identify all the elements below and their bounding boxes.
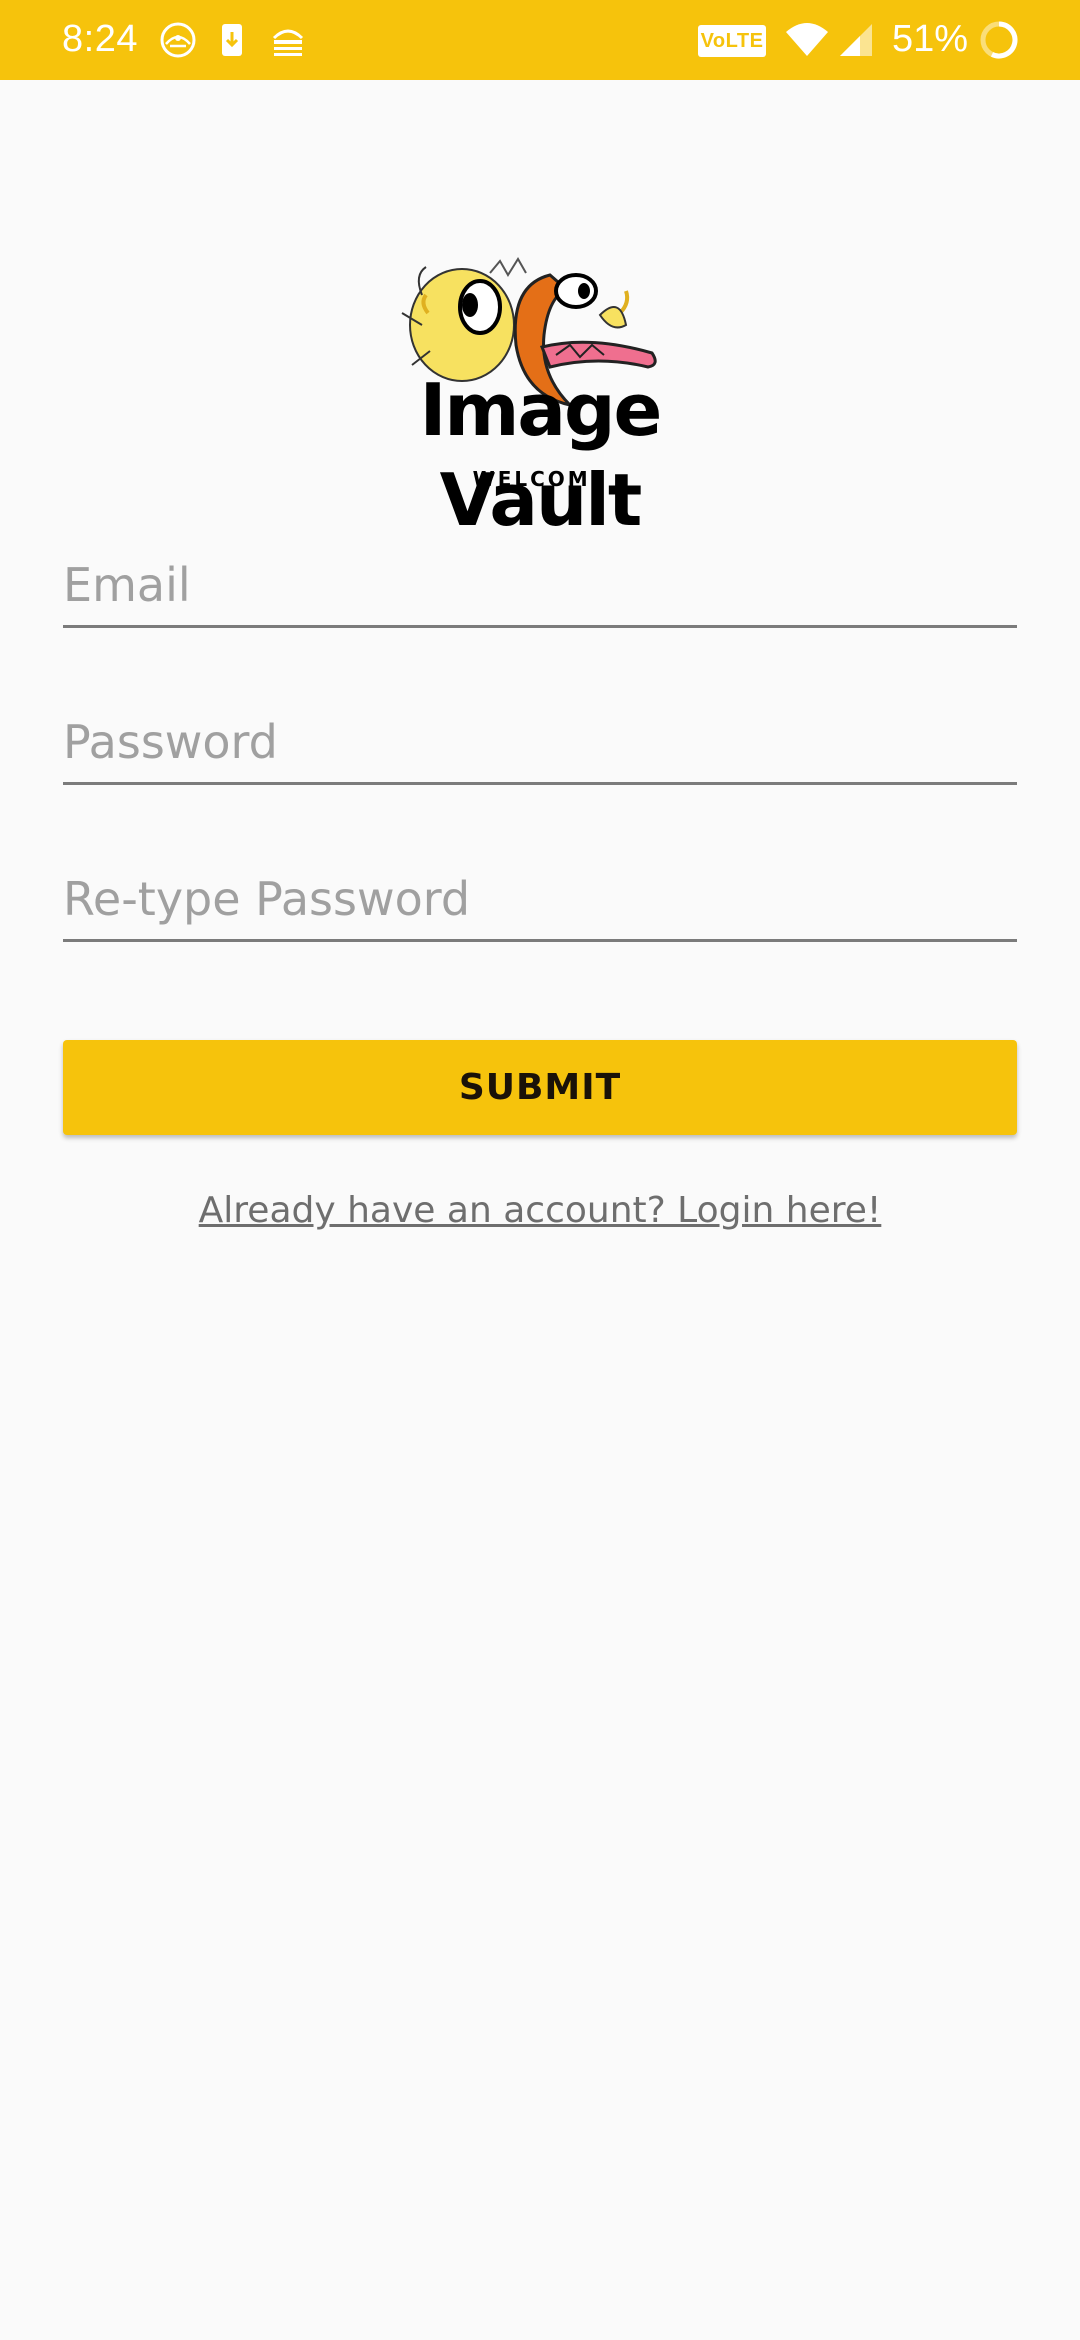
compass-notification-icon [160, 22, 196, 58]
logo-title: Image Vault [419, 368, 663, 542]
submit-button[interactable]: SUBMIT [63, 1040, 1017, 1135]
wifi-icon [786, 23, 828, 56]
phone-download-icon [222, 24, 242, 56]
volte-badge: VoLTE [698, 25, 766, 57]
status-time: 8:24 [62, 18, 138, 60]
status-bar: 8:24 VoLTE 51% [0, 0, 1080, 80]
retype-password-field[interactable] [63, 859, 1017, 942]
app-logo: Image Vault WELCOME [330, 255, 750, 542]
battery-percent: 51% [892, 18, 969, 60]
vpn-key-icon [272, 29, 304, 56]
logo-subtitle: WELCOME [472, 467, 608, 491]
signup-screen: 8:24 VoLTE 51% Image Vault WELCOME Email… [0, 0, 1080, 2340]
battery-charging-icon [980, 21, 1018, 59]
email-field[interactable] [63, 545, 1017, 628]
login-link[interactable]: Already have an account? Login here! [0, 1190, 1080, 1231]
cell-signal-icon [840, 24, 872, 56]
password-field[interactable] [63, 702, 1017, 785]
